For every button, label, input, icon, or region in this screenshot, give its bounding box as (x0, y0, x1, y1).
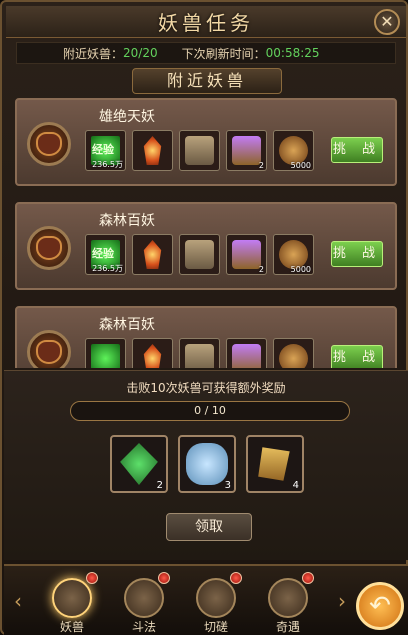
close-button[interactable]: ✕ (374, 9, 400, 35)
stone-box-icon[interactable] (179, 130, 220, 171)
beast-name: 森林百妖 (99, 213, 155, 229)
status-bar: 附近妖兽： 20/20 下次刷新时间： 00:58:25 (16, 42, 396, 64)
tab-beast[interactable]: 妖兽 (42, 572, 102, 634)
stone-box-icon[interactable] (179, 338, 220, 368)
tab-label: 妖兽 (59, 620, 84, 634)
nearby-label: 附近妖兽： (63, 46, 124, 61)
task-window: 妖兽任务 ✕ 附近妖兽： 20/20 下次刷新时间： 00:58:25 附近妖兽… (0, 0, 408, 635)
tab-label: 斗法 (131, 620, 156, 634)
bonus-reward-list: 2 3 4 (110, 435, 304, 493)
reward-qty: 236.5万 (92, 264, 123, 273)
bonus-text: 击败10次妖兽可获得额外奖励 (126, 381, 286, 395)
section-title: 附近妖兽 (132, 68, 282, 94)
flame-crystal-icon[interactable] (132, 234, 173, 275)
bonus-qty: 2 (156, 480, 163, 491)
beast-portrait (27, 226, 71, 270)
exp-icon[interactable]: 经验 236.5万 (85, 234, 126, 275)
beast-name: 雄绝天妖 (99, 109, 155, 125)
window-title: 妖兽任务 (158, 11, 254, 35)
coin-icon[interactable] (273, 338, 314, 368)
gear-fist-icon (124, 578, 164, 618)
challenge-button[interactable]: 挑 战 (331, 241, 383, 267)
challenge-button[interactable]: 挑 战 (331, 137, 383, 163)
return-icon: ↶ (369, 591, 391, 621)
treasure-chest-icon[interactable] (226, 338, 267, 368)
beast-portrait (27, 122, 71, 166)
gold-token-icon[interactable]: 4 (246, 435, 304, 493)
challenge-button[interactable]: 挑 战 (331, 345, 383, 368)
bonus-panel: 击败10次妖兽可获得额外奖励 0 / 10 2 3 4 领取 (4, 370, 408, 560)
treasure-chest-icon[interactable]: 2 (226, 234, 267, 275)
beast-portrait (27, 330, 71, 368)
exp-icon[interactable] (85, 338, 126, 368)
back-button[interactable]: ↶ (356, 582, 404, 630)
title-bar: 妖兽任务 ✕ (6, 6, 406, 38)
beast-card: 森林百妖 挑 战 (15, 306, 397, 368)
bonus-qty: 4 (292, 480, 299, 491)
green-gem-icon[interactable]: 2 (110, 435, 168, 493)
coin-icon[interactable]: 5000 (273, 130, 314, 171)
flame-crystal-icon[interactable] (132, 338, 173, 368)
reward-qty: 236.5万 (92, 160, 123, 169)
beast-card: 雄绝天妖 经验 236.5万 2 5000 挑 战 (15, 98, 397, 186)
swords-icon (196, 578, 236, 618)
left-arrow-icon[interactable]: ‹ (10, 586, 26, 616)
exp-label: 经验 (92, 247, 114, 260)
close-icon: ✕ (380, 12, 394, 31)
bottom-tabbar: ‹ 妖兽 斗法 切磋 奇遇 › ↶ (4, 564, 408, 635)
tab-encounter[interactable]: 奇遇 (258, 572, 318, 634)
reward-qty: 5000 (290, 161, 311, 170)
nearby-count: 20/20 (123, 46, 158, 60)
treasure-chest-icon[interactable]: 2 (226, 130, 267, 171)
reward-list: 经验 236.5万 2 5000 (85, 130, 314, 171)
reward-qty: 2 (258, 265, 264, 274)
tab-spar[interactable]: 切磋 (186, 572, 246, 634)
claim-button[interactable]: 领取 (166, 513, 252, 541)
coin-icon[interactable]: 5000 (273, 234, 314, 275)
tab-label: 切磋 (203, 620, 228, 634)
exp-label: 经验 (92, 143, 114, 156)
badge-dot (158, 572, 170, 584)
refresh-label: 下次刷新时间： (181, 46, 266, 61)
bonus-qty: 3 (224, 480, 231, 491)
bonus-progress-bar: 0 / 10 (70, 401, 350, 421)
chest-encounter-icon (268, 578, 308, 618)
eye-icon (52, 578, 92, 618)
blue-stone-icon[interactable]: 3 (178, 435, 236, 493)
beast-card: 森林百妖 经验 236.5万 2 5000 挑 战 (15, 202, 397, 290)
flame-crystal-icon[interactable] (132, 130, 173, 171)
right-arrow-icon[interactable]: › (334, 586, 350, 616)
reward-list (85, 338, 314, 368)
beast-name: 森林百妖 (99, 317, 155, 333)
tab-label: 奇遇 (275, 620, 300, 634)
reward-qty: 5000 (290, 265, 311, 274)
progress-text: 0 / 10 (194, 404, 226, 417)
reward-list: 经验 236.5万 2 5000 (85, 234, 314, 275)
badge-dot (86, 572, 98, 584)
exp-icon[interactable]: 经验 236.5万 (85, 130, 126, 171)
tab-duel[interactable]: 斗法 (114, 572, 174, 634)
refresh-timer: 00:58:25 (265, 46, 320, 60)
badge-dot (302, 572, 314, 584)
beast-list[interactable]: 雄绝天妖 经验 236.5万 2 5000 挑 战 森林百妖 经验 236.5万 2… (12, 98, 400, 368)
badge-dot (230, 572, 242, 584)
stone-box-icon[interactable] (179, 234, 220, 275)
reward-qty: 2 (258, 161, 264, 170)
